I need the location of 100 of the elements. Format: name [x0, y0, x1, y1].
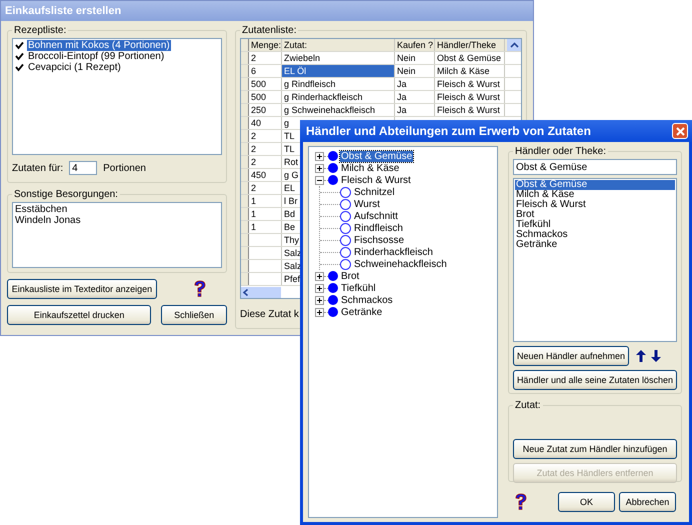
row-header[interactable]: [241, 221, 249, 233]
row-header[interactable]: [241, 208, 249, 220]
unit-label: Portionen: [103, 162, 146, 174]
row-header[interactable]: [241, 65, 249, 77]
circle-icon: [340, 258, 351, 270]
table-cell: Milch & Käse: [435, 65, 505, 77]
row-header[interactable]: [241, 234, 249, 246]
table-cell: 1: [249, 221, 282, 233]
circle-icon: [340, 234, 351, 246]
dot-icon: [328, 295, 338, 305]
table-cell: Ja: [395, 78, 435, 90]
row-header[interactable]: [241, 195, 249, 207]
tree-item[interactable]: Wurst: [353, 198, 381, 210]
vendor-item[interactable]: Brot: [515, 210, 675, 220]
table-cell: Obst & Gemüse: [435, 52, 505, 64]
row-header[interactable]: [241, 156, 249, 168]
checkbox[interactable]: [15, 41, 24, 50]
row-header[interactable]: [241, 52, 249, 64]
expander-icon[interactable]: [315, 152, 324, 160]
group-label: Zutatenliste:: [241, 25, 298, 36]
down-arrow-icon[interactable]: [651, 350, 661, 362]
checkbox[interactable]: [15, 52, 24, 61]
group-label: Zutat:: [514, 400, 542, 411]
row-header[interactable]: [241, 130, 249, 142]
row-header[interactable]: [241, 247, 249, 259]
circle-icon: [340, 222, 351, 234]
vendor-field[interactable]: Obst & Gemüse: [513, 159, 677, 175]
column-header[interactable]: Zutat:: [282, 39, 395, 51]
checkbox[interactable]: [15, 63, 24, 72]
help-icon[interactable]: [193, 280, 207, 298]
vendor-item[interactable]: Milch & Käse: [515, 190, 675, 200]
ok-button[interactable]: OK: [558, 492, 615, 512]
row-header[interactable]: [241, 182, 249, 194]
row-header[interactable]: [241, 273, 249, 285]
row-header[interactable]: [241, 143, 249, 155]
row-header[interactable]: [241, 78, 249, 90]
scroll-up-icon[interactable]: [507, 39, 521, 51]
row-header[interactable]: [241, 104, 249, 116]
dot-icon: [328, 307, 338, 317]
group-label: Rezeptliste:: [13, 25, 68, 36]
dot-icon: [328, 283, 338, 293]
tree-item[interactable]: Schmackos: [340, 294, 394, 306]
row-header[interactable]: [241, 91, 249, 103]
table-cell: 2: [249, 182, 282, 194]
tree-item[interactable]: Getränke: [340, 306, 384, 318]
column-header[interactable]: Händler/Theke: [435, 39, 505, 51]
column-header[interactable]: Menge:: [249, 39, 282, 51]
up-arrow-icon[interactable]: [636, 350, 646, 362]
tree-item[interactable]: Tiefkühl: [340, 282, 377, 294]
table-cell: Nein: [395, 65, 435, 77]
table-cell: Fleisch & Wurst: [435, 78, 505, 90]
group-label: Händler oder Theke:: [514, 146, 607, 157]
recipe-item[interactable]: Cevapcici (1 Rezept): [27, 62, 122, 73]
table-cell: 1: [249, 195, 282, 207]
expander-icon[interactable]: [315, 308, 324, 316]
horizontal-scrollbar[interactable]: [241, 287, 281, 298]
editor-button[interactable]: Einkausliste im Texteditor anzeigen: [7, 279, 157, 299]
table-cell: 450: [249, 169, 282, 181]
vendor-item[interactable]: Getränke: [515, 240, 675, 250]
recipe-item[interactable]: Bohnen mit Kokos (4 Portionen): [27, 40, 171, 51]
vendor-item[interactable]: Tiefkühl: [515, 220, 675, 230]
table-cell: Nein: [395, 52, 435, 64]
expander-icon[interactable]: [315, 296, 324, 304]
row-header[interactable]: [241, 260, 249, 272]
table-cell: Fleisch & Wurst: [435, 104, 505, 116]
vendor-item[interactable]: Obst & Gemüse: [515, 180, 675, 190]
close-button[interactable]: Schließen: [161, 305, 227, 325]
print-button[interactable]: Einkaufszettel drucken: [7, 305, 152, 325]
portions-field[interactable]: 4: [69, 161, 98, 175]
help-icon[interactable]: [514, 493, 528, 511]
table-cell: 2: [249, 130, 282, 142]
table-cell: 500: [249, 91, 282, 103]
circle-icon: [340, 210, 351, 222]
expander-icon[interactable]: [315, 176, 324, 184]
scroll-left-icon[interactable]: [241, 288, 251, 297]
table-cell: 250: [249, 104, 282, 116]
table-cell: g Rindfleisch: [282, 78, 395, 90]
ingredient-button[interactable]: Neue Zutat zum Händler hinzufügen: [513, 439, 677, 459]
field-label: Zutaten für:: [12, 162, 64, 174]
column-header[interactable]: Kaufen ?: [395, 39, 435, 51]
row-header[interactable]: [241, 169, 249, 181]
vendor-item[interactable]: Schmackos: [515, 230, 675, 240]
expander-icon[interactable]: [315, 284, 324, 292]
circle-icon: [340, 198, 351, 210]
tree-item[interactable]: Obst & Gemüse: [340, 150, 414, 162]
table-cell: 2: [249, 52, 282, 64]
expander-icon[interactable]: [315, 272, 324, 280]
vendor-item[interactable]: Fleisch & Wurst: [515, 200, 675, 210]
tree-item[interactable]: Brot: [340, 270, 360, 282]
recipe-item[interactable]: Broccoli-Eintopf (99 Portionen): [27, 51, 166, 62]
row-header[interactable]: [241, 117, 249, 129]
delete-vendor-button[interactable]: Händler und alle seine Zutaten löschen: [513, 370, 677, 390]
dot-icon: [328, 175, 338, 185]
cancel-button[interactable]: Abbrechen: [619, 492, 676, 512]
expander-icon[interactable]: [315, 164, 324, 172]
close-icon[interactable]: [672, 123, 688, 139]
add-vendor-button[interactable]: Neuen Händler aufnehmen: [513, 346, 629, 366]
table-cell: 2: [249, 143, 282, 155]
errands-text-area[interactable]: Esstäbchen Windeln Jonas: [12, 202, 222, 268]
window-title: Einkaufsliste erstellen: [1, 1, 533, 21]
